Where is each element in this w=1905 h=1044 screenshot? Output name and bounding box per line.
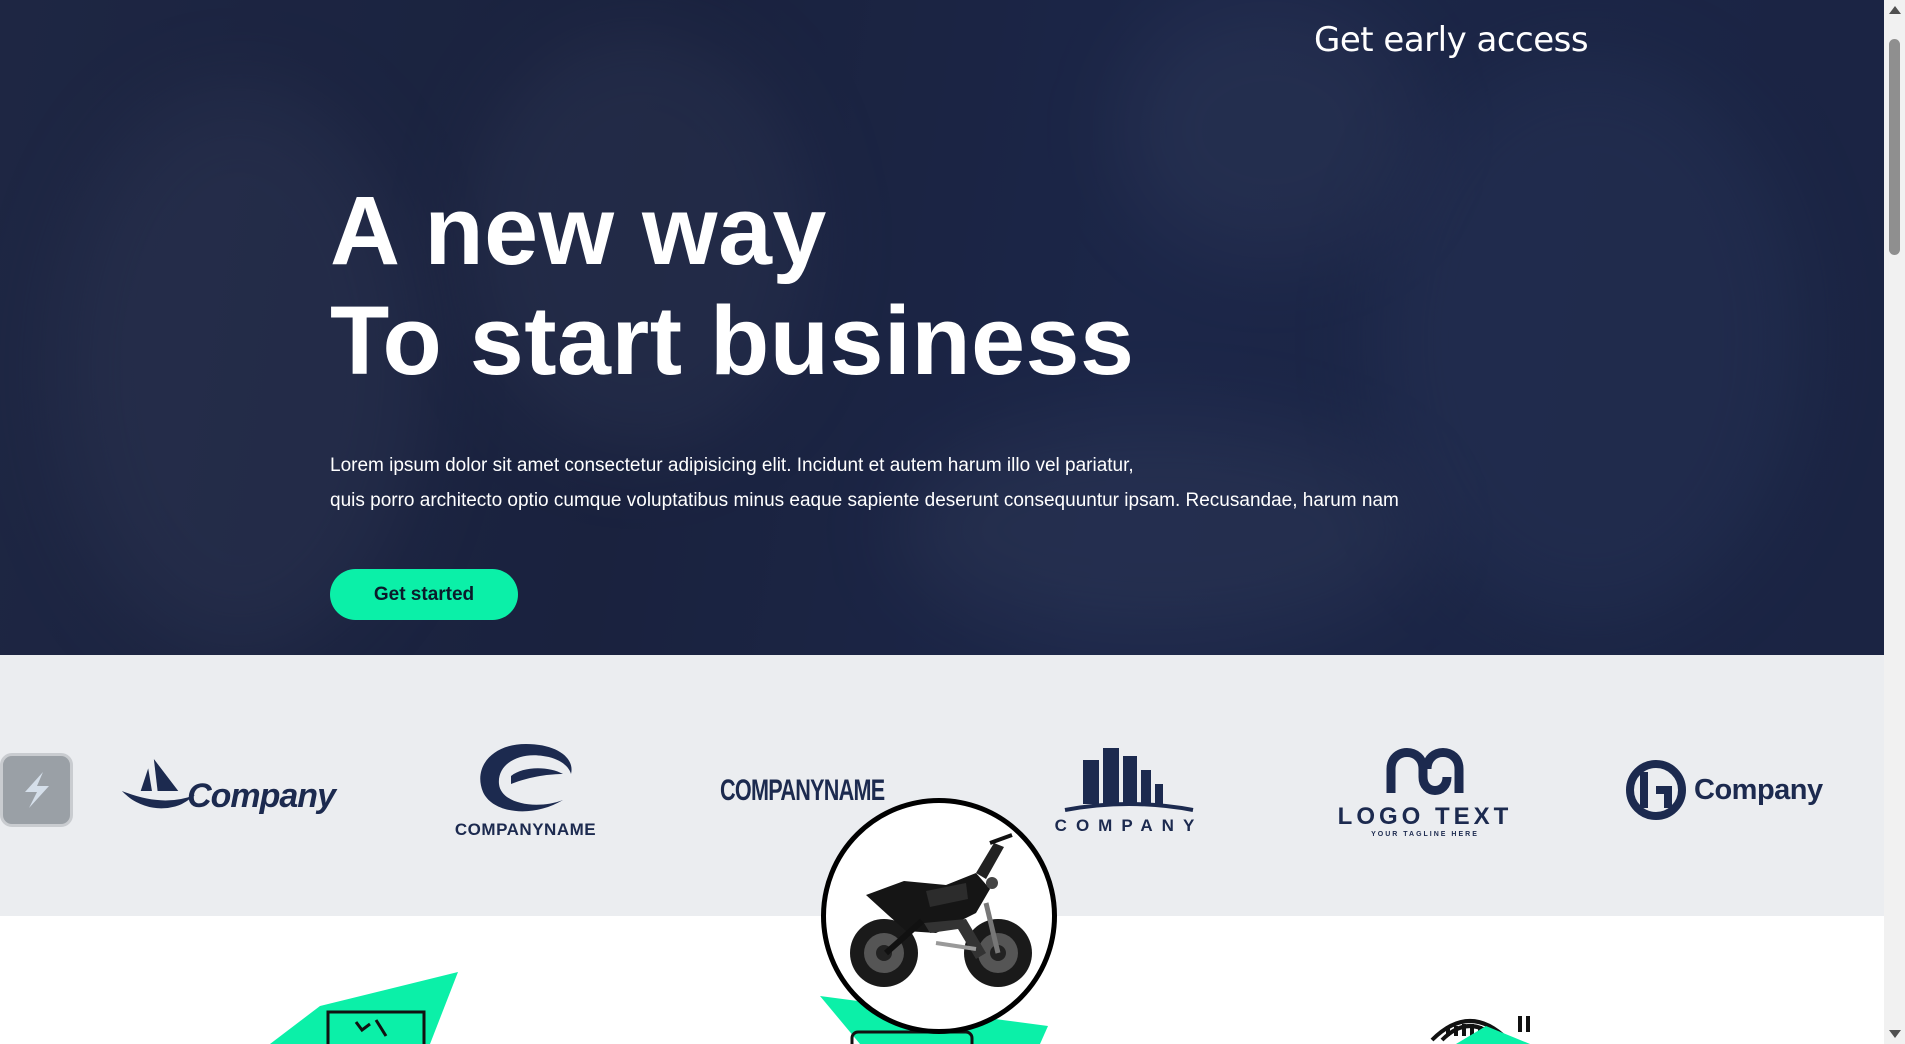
description-line-1: Lorem ipsum dolor sit amet consectetur a…: [330, 455, 1134, 476]
loops-logo-icon: [1386, 747, 1464, 795]
page: Get early access A new way To start busi…: [0, 0, 1905, 1044]
motorcycle-badge[interactable]: [821, 798, 1057, 1034]
feature-icon-data: [1430, 1016, 1530, 1044]
company-logo-buildings: COMPANY: [1034, 735, 1224, 845]
buildings-logo-icon: [1064, 748, 1194, 812]
scrollbar-thumb[interactable]: [1889, 39, 1900, 255]
company-logo-loops: LOGO TEXT YOUR TAGLINE HERE: [1330, 735, 1520, 845]
company-logo-ship: Company: [120, 735, 336, 845]
hero-section: Get early access A new way To start busi…: [0, 0, 1884, 655]
get-started-button[interactable]: Get started: [330, 569, 518, 620]
lightning-icon: [24, 772, 49, 808]
scroll-down-arrow-icon[interactable]: [1889, 1030, 1901, 1038]
company-logo-swoosh: COMPANYNAME: [418, 735, 633, 845]
logo-tagline: YOUR TAGLINE HERE: [1371, 830, 1479, 838]
logo-text: Company: [1694, 773, 1823, 806]
hero-headline: A new way To start business: [330, 176, 1134, 396]
logo-text: LOGO TEXT: [1337, 802, 1513, 830]
vertical-scrollbar[interactable]: [1884, 0, 1905, 1044]
feature-icon-design: [270, 972, 458, 1044]
headline-line-2: To start business: [330, 286, 1135, 395]
logo-text: Company: [187, 776, 336, 815]
ship-logo-icon: [121, 758, 196, 812]
swoosh-logo-icon: [479, 744, 572, 812]
get-early-access-link[interactable]: Get early access: [1314, 20, 1589, 60]
rings-logo-icon: [1626, 760, 1686, 820]
headline-line-1: A new way: [330, 176, 827, 285]
app-tile-icon: [0, 753, 73, 827]
hero-description: Lorem ipsum dolor sit amet consectetur a…: [330, 448, 1399, 518]
logo-text: COMPANYNAME: [454, 820, 597, 839]
description-line-2: quis porro architecto optio cumque volup…: [330, 490, 1399, 511]
company-logo-rings: Company: [1624, 735, 1834, 845]
logo-text: COMPANYNAME: [720, 774, 885, 807]
motorcycle-image: [850, 833, 1032, 987]
scroll-up-arrow-icon[interactable]: [1889, 6, 1901, 14]
logo-text: COMPANY: [1054, 816, 1204, 835]
